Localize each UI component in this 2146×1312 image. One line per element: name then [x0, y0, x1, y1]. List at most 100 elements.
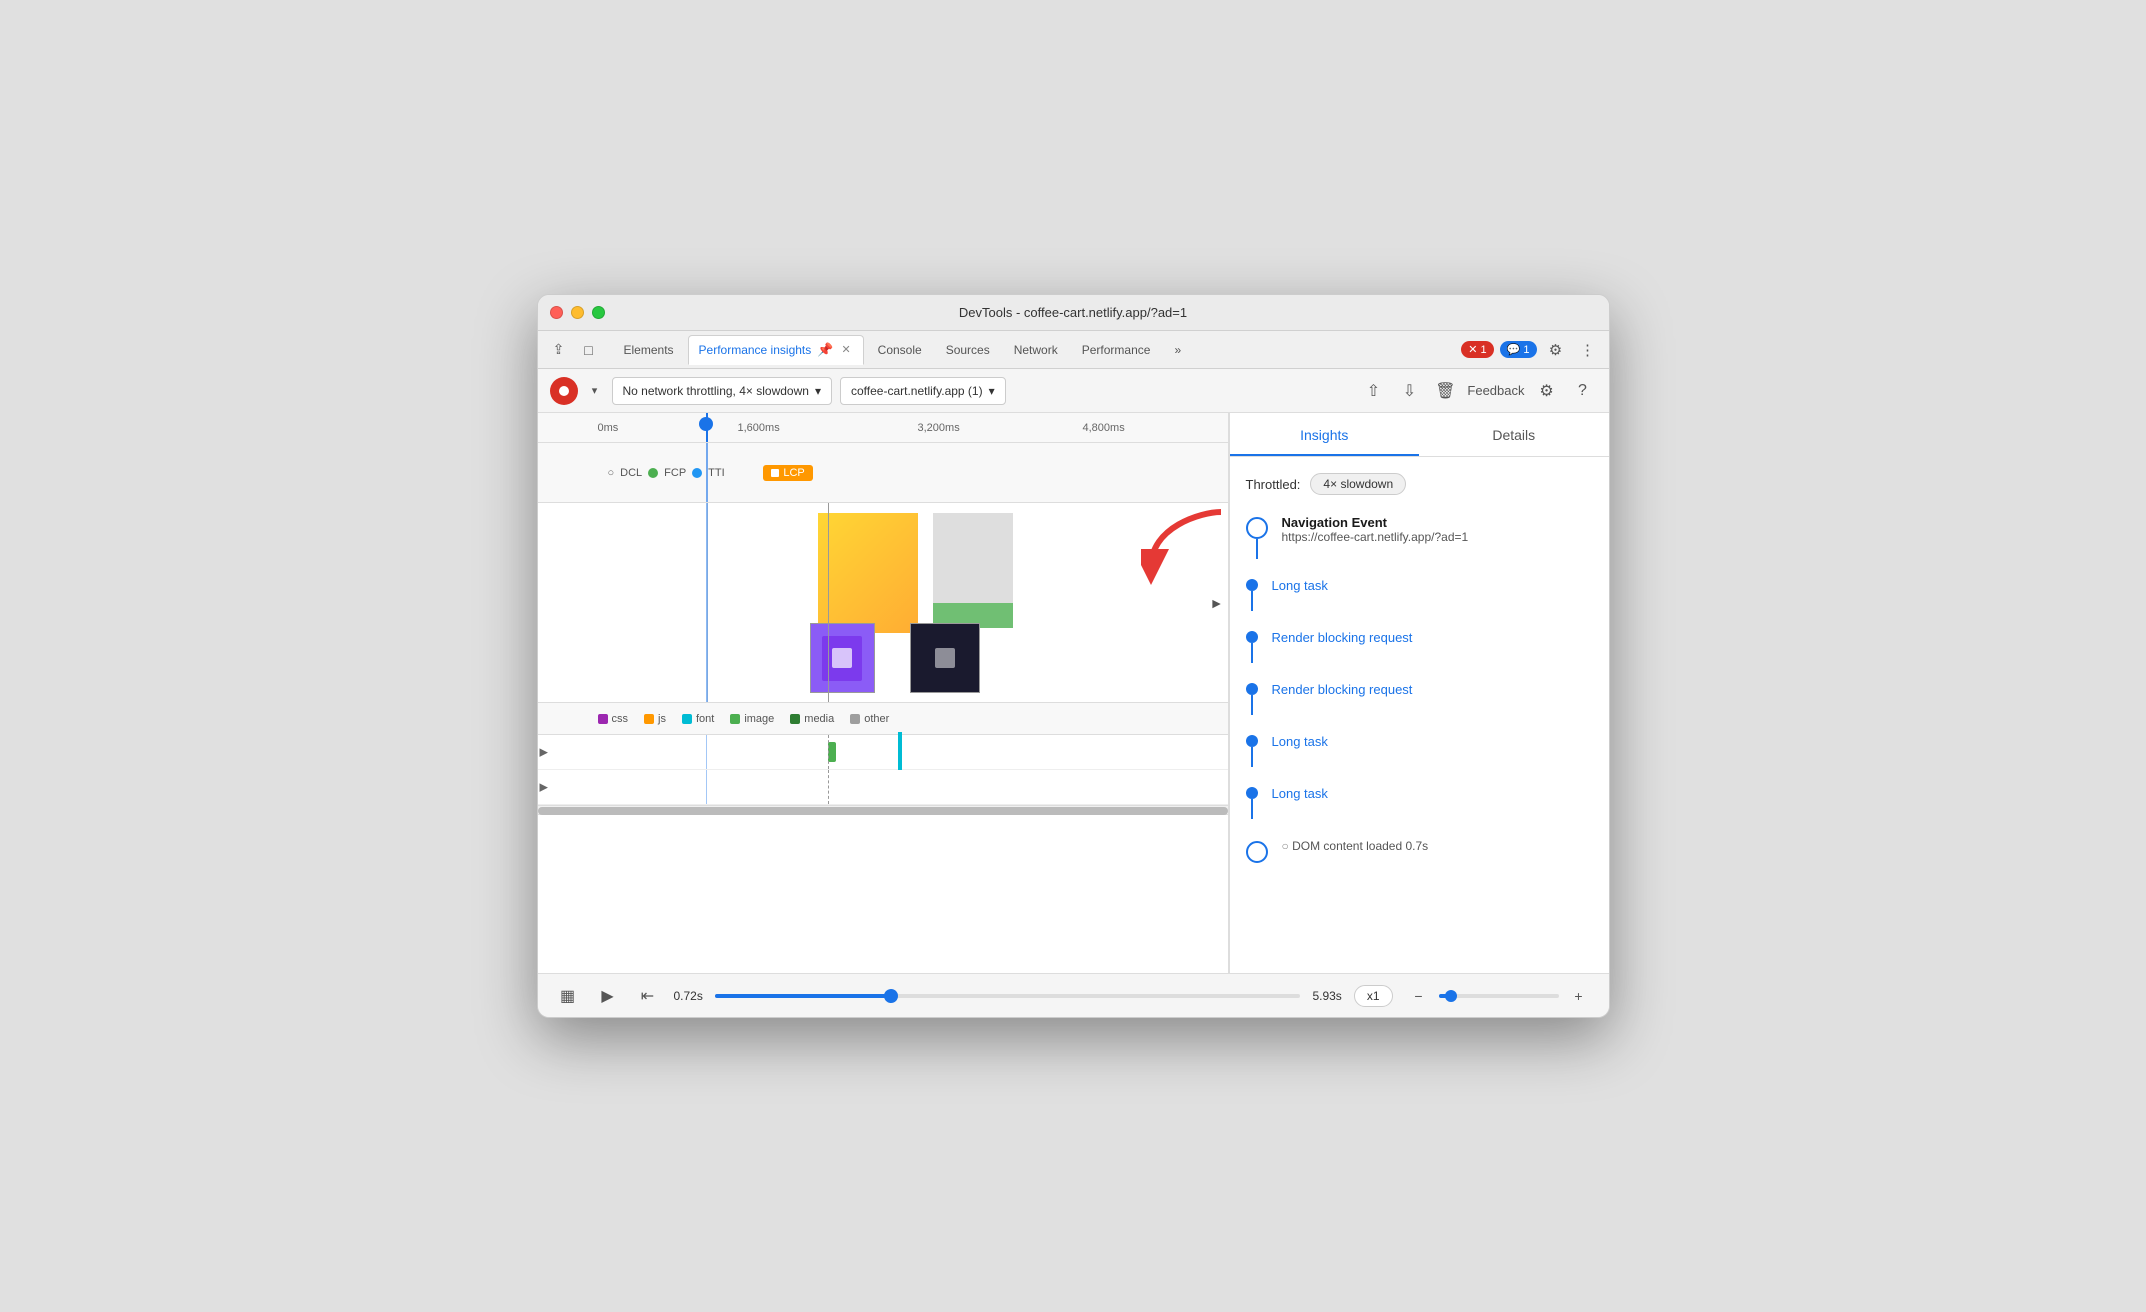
lt1-content: Long task — [1272, 577, 1593, 611]
track-dashed-2 — [828, 770, 829, 804]
insights-panel: Insights Details Throttled: 4× slowdown — [1229, 413, 1609, 973]
feedback-link[interactable]: Feedback — [1467, 383, 1524, 398]
close-button[interactable] — [550, 306, 563, 319]
throttled-label: Throttled: — [1246, 477, 1301, 492]
lt1-link[interactable]: Long task — [1272, 578, 1328, 593]
delete-icon[interactable]: 🗑 — [1431, 377, 1459, 405]
network-throttle-dropdown[interactable]: No network throttling, 4× slowdown ▾ — [612, 377, 832, 405]
window-title: DevTools - coffee-cart.netlify.app/?ad=1 — [959, 305, 1187, 320]
rb1-link[interactable]: Render blocking request — [1272, 630, 1413, 645]
zoom-out-icon[interactable]: − — [1405, 982, 1433, 1010]
legend-js: js — [644, 713, 666, 725]
error-badge[interactable]: ✕ 1 — [1461, 341, 1493, 358]
timeline-slider[interactable] — [715, 994, 1301, 998]
expand-track-icon[interactable]: ► — [1210, 595, 1224, 611]
event-indicator-rb2 — [1246, 683, 1258, 715]
scrubber-handle[interactable] — [699, 417, 713, 431]
gear-icon[interactable]: ⚙ — [1533, 377, 1561, 405]
more-tabs-button[interactable]: » — [1168, 339, 1187, 361]
timeline-area: 0ms 1,600ms 3,200ms 4,800ms ○ DCL FCP — [538, 413, 1229, 973]
timeline-scrollbar[interactable] — [538, 805, 1228, 815]
record-dropdown-arrow[interactable]: ▾ — [586, 382, 604, 400]
insights-tabs: Insights Details — [1230, 413, 1609, 457]
legend-other: other — [850, 713, 889, 725]
white-block — [538, 503, 708, 702]
cursor-icon[interactable]: ⇪ — [546, 337, 572, 363]
skip-to-start-icon[interactable]: ⇤ — [634, 982, 662, 1010]
throttle-row: Throttled: 4× slowdown — [1246, 473, 1593, 495]
other-dot — [850, 714, 860, 724]
help-icon[interactable]: ? — [1569, 377, 1597, 405]
tab-close-icon[interactable]: ✕ — [839, 341, 852, 358]
rb1-content: Render blocking request — [1272, 629, 1593, 663]
zoom-slider-thumb[interactable] — [1445, 990, 1457, 1002]
lt3-link[interactable]: Long task — [1272, 786, 1328, 801]
event-long-task-1: Long task — [1246, 579, 1593, 611]
nav-title: Navigation Event — [1282, 515, 1593, 530]
tab-insights[interactable]: Insights — [1230, 416, 1420, 456]
track-dashed-1 — [828, 735, 829, 769]
image-dot — [730, 714, 740, 724]
rb2-link[interactable]: Render blocking request — [1272, 682, 1413, 697]
lt2-dot — [1246, 735, 1258, 747]
screenshot-toggle-icon[interactable]: ▦ — [554, 982, 582, 1010]
zoom-slider-bar[interactable] — [1439, 994, 1559, 998]
screenshot-2 — [910, 623, 980, 693]
more-options-icon[interactable]: ⋮ — [1575, 337, 1601, 363]
lt1-dot — [1246, 579, 1258, 591]
dom-content: ○ DOM content loaded 0.7s — [1282, 839, 1593, 863]
font-dot — [682, 714, 692, 724]
rb1-dot — [1246, 631, 1258, 643]
export-icon[interactable]: ⇧ — [1359, 377, 1387, 405]
settings-icon[interactable]: ⚙ — [1543, 337, 1569, 363]
slider-track[interactable] — [715, 994, 1301, 998]
fcp-label: FCP — [664, 467, 686, 479]
lcp-orange-block — [818, 513, 918, 633]
lcp-icon — [771, 469, 779, 477]
record-button[interactable] — [550, 377, 578, 405]
url-select-dropdown[interactable]: coffee-cart.netlify.app (1) ▾ — [840, 377, 1006, 405]
connector-1 — [1256, 539, 1258, 559]
collapse-icon-2[interactable]: ▶ — [540, 781, 548, 794]
tab-details[interactable]: Details — [1419, 416, 1609, 456]
scrollbar-thumb[interactable] — [538, 807, 1228, 815]
media-dot — [790, 714, 800, 724]
timeline-ruler: 0ms 1,600ms 3,200ms 4,800ms — [538, 413, 1228, 443]
css-dot — [598, 714, 608, 724]
event-dom-content: ○ DOM content loaded 0.7s — [1246, 839, 1593, 863]
lt3-dot — [1246, 787, 1258, 799]
tab-network[interactable]: Network — [1004, 335, 1068, 365]
tab-elements[interactable]: Elements — [614, 335, 684, 365]
legend-font: font — [682, 713, 714, 725]
tab-sources[interactable]: Sources — [936, 335, 1000, 365]
filmstrip-scrubber — [706, 443, 708, 502]
lcp-gray-block — [933, 513, 1013, 603]
speed-badge[interactable]: x1 — [1354, 985, 1393, 1007]
lt2-link[interactable]: Long task — [1272, 734, 1328, 749]
import-icon[interactable]: ⇩ — [1395, 377, 1423, 405]
event-indicator-rb1 — [1246, 631, 1258, 663]
throttle-badge[interactable]: 4× slowdown — [1310, 473, 1406, 495]
tab-right-actions: ✕ 1 💬 1 ⚙ ⋮ — [1461, 337, 1600, 363]
minimize-button[interactable] — [571, 306, 584, 319]
nav-dot-outer — [1246, 517, 1268, 539]
tab-console[interactable]: Console — [868, 335, 932, 365]
connector-3 — [1251, 643, 1253, 663]
event-indicator-lt2 — [1246, 735, 1258, 767]
maximize-button[interactable] — [592, 306, 605, 319]
zoom-in-icon[interactable]: + — [1565, 982, 1593, 1010]
slider-thumb[interactable] — [884, 989, 898, 1003]
devtools-window: DevTools - coffee-cart.netlify.app/?ad=1… — [537, 294, 1610, 1018]
dcl-label: DCL — [620, 467, 642, 479]
legend-image: image — [730, 713, 774, 725]
play-icon[interactable]: ▶ — [594, 982, 622, 1010]
dashed-line — [828, 503, 829, 702]
collapse-icon-1[interactable]: ▶ — [540, 746, 548, 759]
tab-performance[interactable]: Performance — [1072, 335, 1161, 365]
tab-performance-insights[interactable]: Performance insights 📌 ✕ — [688, 335, 864, 365]
visual-track: ► — [538, 503, 1228, 703]
inspect-icon[interactable]: □ — [576, 337, 602, 363]
window-controls — [550, 306, 605, 319]
resource-bar-green — [828, 742, 836, 762]
message-badge[interactable]: 💬 1 — [1500, 341, 1537, 358]
